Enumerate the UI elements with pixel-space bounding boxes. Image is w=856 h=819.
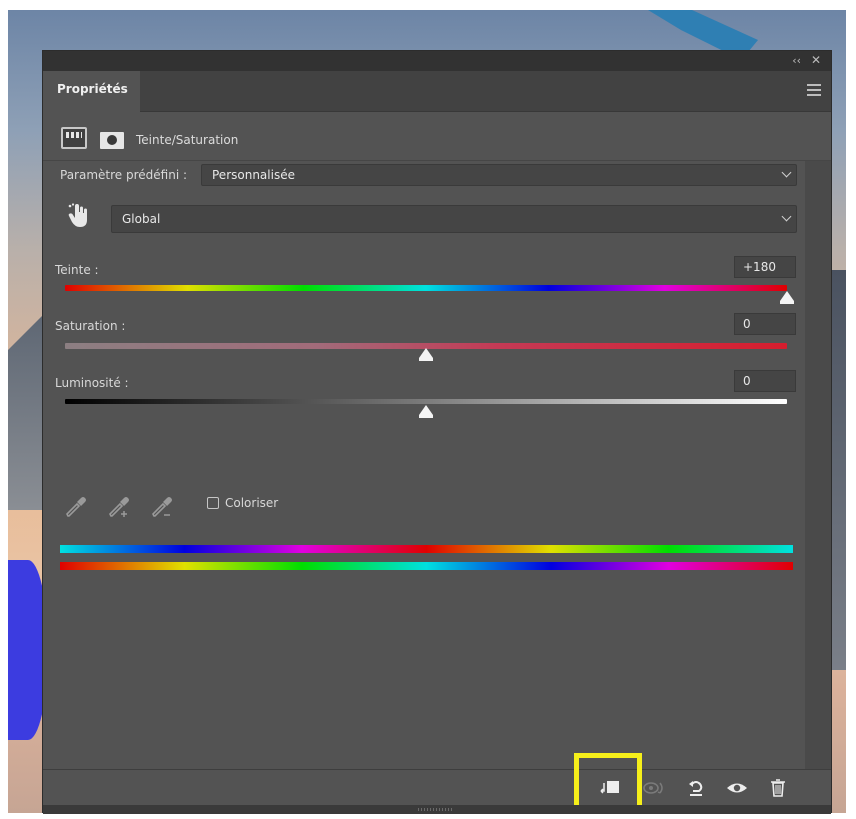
collapse-panel-button[interactable]: ‹‹: [792, 54, 801, 67]
panel-tab-bar: Propriétés: [43, 71, 831, 112]
tab-properties[interactable]: Propriétés: [43, 71, 140, 112]
preset-label: Paramètre prédéfini :: [60, 168, 188, 182]
colorize-checkbox[interactable]: [207, 497, 219, 509]
panel-top-strip: ‹‹ ✕: [43, 51, 831, 71]
adjustment-header: Teinte/Saturation: [43, 113, 831, 161]
lightness-value-field[interactable]: 0: [734, 370, 796, 392]
saturation-label: Saturation :: [55, 319, 126, 333]
panel-content: Paramètre prédéfini : Personnalisée Glob…: [43, 161, 805, 769]
hue-slider-thumb[interactable]: [780, 291, 794, 304]
hue-slider-track[interactable]: [65, 285, 787, 291]
hue-value-field[interactable]: +180: [734, 256, 796, 278]
preset-value: Personnalisée: [212, 168, 295, 182]
reset-icon[interactable]: [683, 776, 709, 800]
panel-resize-grip[interactable]: [43, 805, 831, 814]
eyedropper-icon[interactable]: [63, 494, 89, 520]
hue-saturation-adjustment-icon[interactable]: [61, 127, 87, 149]
chevron-down-icon: [781, 167, 792, 178]
hue-label: Teinte :: [55, 263, 99, 277]
lightness-slider-track[interactable]: [65, 399, 787, 404]
properties-panel: ‹‹ ✕ Propriétés Teinte/Saturation Paramè…: [42, 50, 832, 814]
chevron-down-icon: [781, 211, 792, 222]
panel-scrollbar[interactable]: [805, 161, 831, 769]
adjusted-hue-bar: [60, 545, 793, 553]
targeted-adjustment-hand-icon[interactable]: [67, 203, 89, 229]
channel-dropdown[interactable]: Global: [111, 205, 797, 233]
lightness-label: Luminosité :: [55, 376, 129, 390]
trash-icon[interactable]: [765, 776, 791, 800]
close-panel-button[interactable]: ✕: [811, 53, 821, 67]
panel-menu-icon[interactable]: [807, 84, 821, 96]
lightness-slider-thumb[interactable]: [419, 405, 433, 418]
saturation-slider-thumb[interactable]: [419, 348, 433, 361]
clip-to-layer-icon[interactable]: [596, 776, 622, 800]
layer-mask-icon[interactable]: [100, 132, 124, 149]
eyedropper-minus-icon[interactable]: [149, 494, 175, 520]
adjustment-title: Teinte/Saturation: [136, 133, 239, 147]
channel-value: Global: [122, 212, 161, 226]
preset-dropdown[interactable]: Personnalisée: [201, 164, 797, 186]
colorize-label: Coloriser: [225, 496, 279, 510]
panel-footer: [43, 753, 831, 811]
view-previous-state-icon[interactable]: [641, 776, 667, 800]
original-hue-bar: [60, 562, 793, 570]
grip-dots: [418, 808, 452, 811]
visibility-icon[interactable]: [724, 776, 750, 800]
saturation-value-field[interactable]: 0: [734, 313, 796, 335]
eyedropper-plus-icon[interactable]: [106, 494, 132, 520]
